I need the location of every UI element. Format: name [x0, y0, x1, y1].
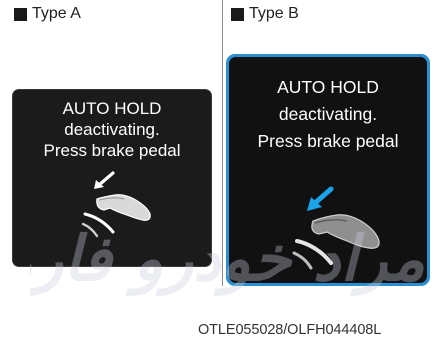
type-b-label: Type B: [231, 3, 299, 25]
manual-figure: Type A Type B AUTO HOLD deactivating. Pr…: [0, 0, 433, 344]
message-line-2: deactivating.: [278, 104, 378, 124]
watermark-text: مراد خودرو فارما: [30, 222, 425, 297]
watermark-logo: مراد خودرو فارما: [30, 222, 425, 297]
type-a-label: Type A: [14, 3, 81, 25]
message-line-2: deactivating.: [64, 120, 160, 139]
square-bullet-icon: [231, 8, 244, 21]
message-line-3: Press brake pedal: [257, 131, 399, 151]
square-bullet-icon: [14, 8, 27, 21]
type-a-text: Type A: [32, 5, 81, 22]
type-b-text: Type B: [249, 5, 299, 22]
press-arrow-icon: [307, 186, 334, 211]
message-line-3: Press brake pedal: [43, 141, 181, 160]
type-b-message: AUTO HOLD deactivating. Press brake peda…: [229, 74, 427, 155]
press-arrow-icon: [94, 171, 115, 189]
message-line-1: AUTO HOLD: [62, 99, 162, 118]
image-code: OTLE055028/OLFH044408L: [198, 322, 382, 338]
type-a-message: AUTO HOLD deactivating. Press brake peda…: [13, 98, 211, 161]
message-line-1: AUTO HOLD: [277, 77, 379, 97]
